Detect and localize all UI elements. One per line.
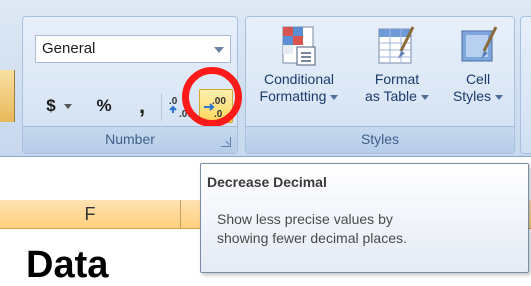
conditional-formatting-icon xyxy=(277,23,321,71)
format-as-table-label-2-row: as Table xyxy=(349,88,445,105)
highlight-circle xyxy=(182,67,242,127)
percent-style-button[interactable]: % xyxy=(87,89,121,123)
conditional-formatting-label-1: Conditional xyxy=(263,71,335,87)
chevron-down-icon xyxy=(420,94,429,100)
cell-styles-label-2: Styles xyxy=(452,88,492,104)
styles-group-label: Styles xyxy=(246,126,514,153)
tooltip-body-line-1: Show less precise values by xyxy=(217,211,393,227)
column-header-f[interactable]: F xyxy=(0,200,181,228)
format-as-table-label-2: as Table xyxy=(365,88,417,104)
decrease-decimal-tooltip: Decrease Decimal Show less precise value… xyxy=(200,163,529,273)
conditional-formatting-label-2: Formatting xyxy=(259,88,327,104)
number-format-combo[interactable]: General xyxy=(35,35,231,63)
conditional-formatting-label-2-row: Formatting xyxy=(250,88,348,105)
dialog-launcher-icon[interactable] xyxy=(221,137,231,147)
previous-group-edge xyxy=(0,70,15,122)
styles-group: Conditional Formatting Format as Table C… xyxy=(245,16,515,154)
ribbon: General $ % , .0 .00 .00 .0 Number Condi… xyxy=(0,0,531,157)
cell-styles-label-2-row: Styles xyxy=(442,88,514,105)
format-as-table-label-1: Format xyxy=(374,71,420,87)
number-group-label: Number xyxy=(23,126,237,153)
format-as-table-button[interactable]: Format as Table xyxy=(349,23,445,131)
tooltip-body: Show less precise values by showing fewe… xyxy=(217,210,407,248)
cell-styles-label-1: Cell xyxy=(465,71,491,87)
comma-icon: , xyxy=(138,93,146,118)
number-format-value: General xyxy=(42,40,96,57)
chevron-down-icon[interactable] xyxy=(63,103,72,109)
chevron-down-icon[interactable] xyxy=(214,47,224,53)
separator xyxy=(161,93,162,121)
chevron-down-icon xyxy=(330,94,339,100)
percent-icon: % xyxy=(96,96,112,115)
number-group: General $ % , .0 .00 .00 .0 Number xyxy=(22,16,242,154)
comma-style-button[interactable]: , xyxy=(127,89,157,123)
dollar-icon: $ xyxy=(46,96,56,115)
format-as-table-icon xyxy=(375,23,419,71)
cell-styles-icon xyxy=(456,23,500,71)
cell-styles-button[interactable]: Cell Styles xyxy=(442,23,514,131)
next-group-edge xyxy=(520,16,531,154)
cell-text[interactable]: Data xyxy=(26,246,108,284)
chevron-down-icon xyxy=(495,94,504,100)
svg-text:.0: .0 xyxy=(169,96,178,107)
conditional-formatting-button[interactable]: Conditional Formatting xyxy=(250,23,348,131)
tooltip-body-line-2: showing fewer decimal places. xyxy=(217,230,407,246)
accounting-format-button[interactable]: $ xyxy=(33,89,85,123)
tooltip-title: Decrease Decimal xyxy=(207,174,327,190)
